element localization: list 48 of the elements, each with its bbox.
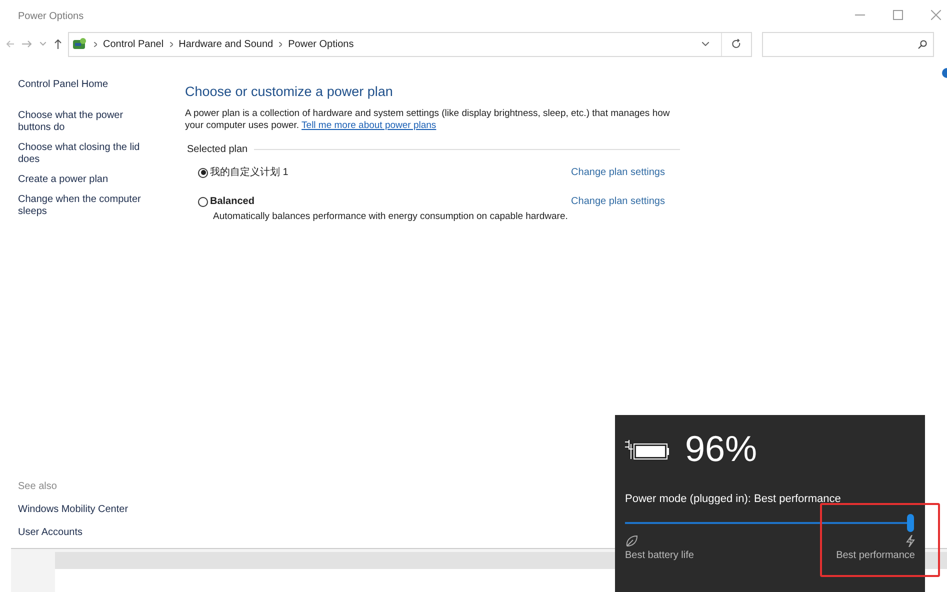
slider-max-label: Best performance xyxy=(836,548,915,562)
see-also-heading: See also xyxy=(18,480,58,494)
description-text: A power plan is a collection of hardware and system settings (like display brightness, sleep, etc.) that manages how your computer uses power. Tell me more about power plans xyxy=(185,108,670,132)
chevron-icon xyxy=(279,42,282,46)
plan-name: 我的自定义计划 1 xyxy=(210,166,288,180)
slider-thumb[interactable] xyxy=(907,514,914,532)
search-icon xyxy=(918,40,927,48)
sidebar-link[interactable]: Choose what closing the lid does xyxy=(18,142,158,166)
forward-arrow-icon[interactable] xyxy=(22,40,32,48)
slider-min-label: Best battery life xyxy=(625,548,694,562)
refresh-icon[interactable] xyxy=(732,39,741,49)
radio-button[interactable] xyxy=(198,168,208,178)
back-arrow-icon[interactable] xyxy=(6,40,14,48)
radio-button[interactable] xyxy=(198,196,208,207)
page-heading: Choose or customize a power plan xyxy=(185,83,394,101)
chevron-icon xyxy=(170,42,173,46)
close-icon[interactable] xyxy=(931,10,941,20)
plan-description: Automatically balances performance with energy consumption on capable hardware. xyxy=(212,210,569,224)
change-plan-link[interactable]: Change plan settings xyxy=(571,165,665,180)
maximize-icon[interactable] xyxy=(893,10,903,20)
breadcrumb[interactable]: Hardware and Sound xyxy=(178,36,274,52)
plan-name: Balanced xyxy=(210,195,254,210)
up-arrow-icon[interactable] xyxy=(54,39,62,49)
address-bar[interactable]: Control Panel Hardware and Sound Power Options xyxy=(68,32,752,56)
power-mode-slider[interactable] xyxy=(625,512,915,532)
minimize-icon[interactable] xyxy=(855,14,865,16)
help-link[interactable]: Tell me more about power plans xyxy=(302,120,436,132)
breadcrumb[interactable]: Control Panel xyxy=(103,36,164,52)
sidebar-link[interactable]: Choose what the power buttons do xyxy=(18,110,158,134)
lightning-icon xyxy=(905,534,915,546)
chevron-icon xyxy=(94,42,97,46)
sidebar-link[interactable]: Control Panel Home xyxy=(18,79,158,91)
battery-percent: 96% xyxy=(685,429,758,469)
see-also-link[interactable]: Windows Mobility Center xyxy=(18,502,185,517)
plugged-battery-icon xyxy=(625,438,671,460)
group-label: Selected plan xyxy=(187,143,248,158)
help-icon[interactable] xyxy=(942,68,947,78)
control-panel-icon xyxy=(72,37,88,51)
sidebar-link[interactable]: Change when the computer sleeps xyxy=(18,194,158,218)
window-title: Power Options xyxy=(18,10,84,24)
power-mode-text: Power mode (plugged in): Best performance xyxy=(625,492,842,507)
breadcrumb[interactable]: Power Options xyxy=(288,36,354,52)
dropdown-caret-icon[interactable] xyxy=(702,42,709,46)
sidebar-link[interactable]: Create a power plan xyxy=(18,174,158,186)
search-field[interactable] xyxy=(762,32,934,56)
see-also-link[interactable]: User Accounts xyxy=(18,525,185,540)
leaf-icon xyxy=(625,534,638,546)
change-plan-link[interactable]: Change plan settings xyxy=(571,194,665,210)
